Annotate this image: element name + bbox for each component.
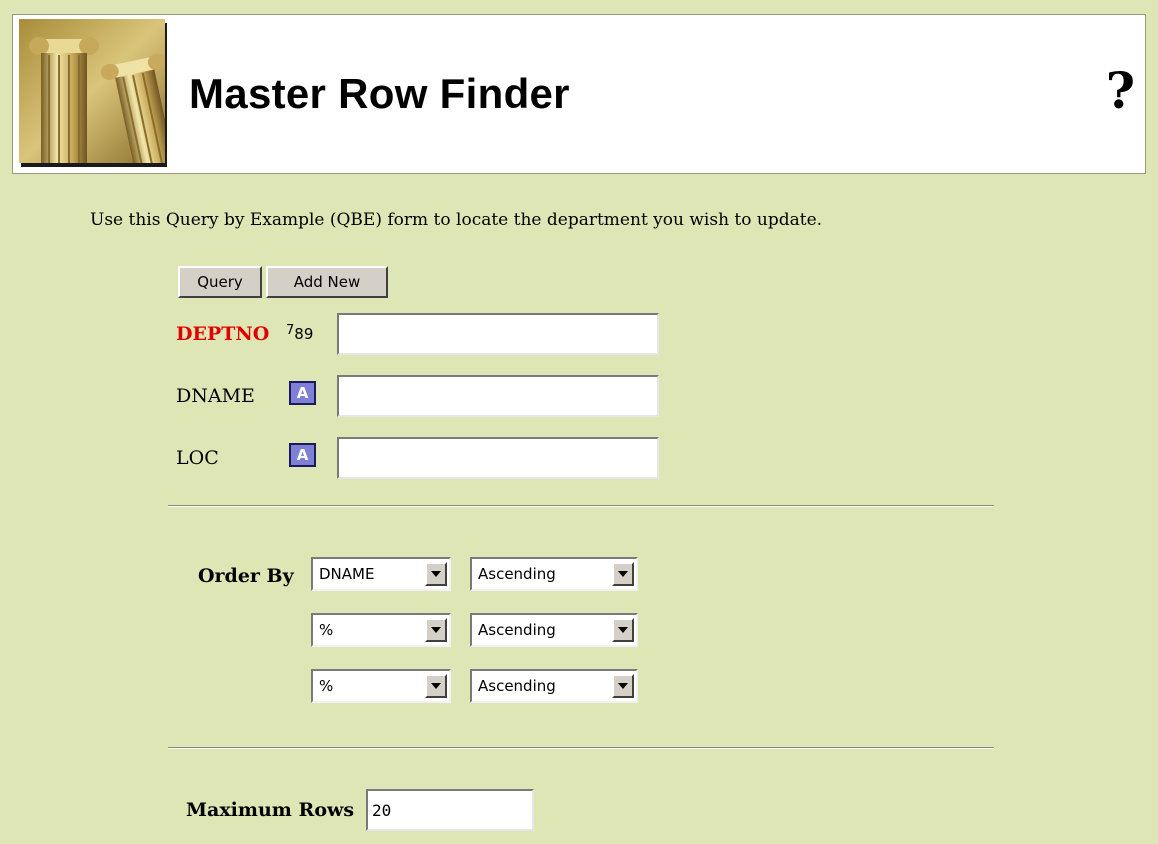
select-value: % (319, 677, 334, 695)
select-value: Ascending (478, 621, 556, 639)
order-by-direction-select-3[interactable]: Ascending (470, 669, 638, 703)
chevron-down-icon[interactable] (612, 618, 634, 642)
deptno-label: DEPTNO (176, 323, 270, 345)
loc-label: LOC (176, 447, 219, 469)
order-by-column-select-3[interactable]: % (311, 669, 451, 703)
deptno-input[interactable] (337, 313, 659, 355)
chevron-down-icon[interactable] (425, 618, 447, 642)
alpha-type-icon: A (289, 443, 316, 467)
numeric-type-text: 789 (286, 323, 314, 343)
order-by-direction-select-2[interactable]: Ascending (470, 613, 638, 647)
select-value: Ascending (478, 565, 556, 583)
order-by-label: Order By (198, 565, 294, 587)
loc-input[interactable] (337, 437, 659, 479)
order-by-column-select-1[interactable]: DNAME (311, 557, 451, 591)
chevron-down-icon[interactable] (612, 562, 634, 586)
alpha-type-icon: A (289, 381, 316, 405)
instructions-text: Use this Query by Example (QBE) form to … (90, 210, 823, 230)
divider (168, 505, 994, 507)
select-value: Ascending (478, 677, 556, 695)
query-button[interactable]: Query (178, 266, 262, 298)
divider (168, 747, 994, 749)
page-title: Master Row Finder (189, 70, 570, 117)
chevron-down-icon[interactable] (425, 674, 447, 698)
order-by-direction-select-1[interactable]: Ascending (470, 557, 638, 591)
dname-label: DNAME (176, 385, 255, 407)
columns-logo-icon (19, 19, 165, 163)
order-by-column-select-2[interactable]: % (311, 613, 451, 647)
chevron-down-icon[interactable] (425, 562, 447, 586)
add-new-button[interactable]: Add New (266, 266, 388, 298)
select-value: % (319, 621, 334, 639)
dname-input[interactable] (337, 375, 659, 417)
select-value: DNAME (319, 565, 375, 583)
numeric-type-icon: 789 (286, 322, 313, 343)
maximum-rows-label: Maximum Rows (186, 799, 355, 821)
chevron-down-icon[interactable] (612, 674, 634, 698)
page-header: Master Row Finder ? (12, 14, 1146, 174)
maximum-rows-input[interactable] (366, 789, 534, 831)
help-icon[interactable]: ? (1106, 63, 1135, 119)
